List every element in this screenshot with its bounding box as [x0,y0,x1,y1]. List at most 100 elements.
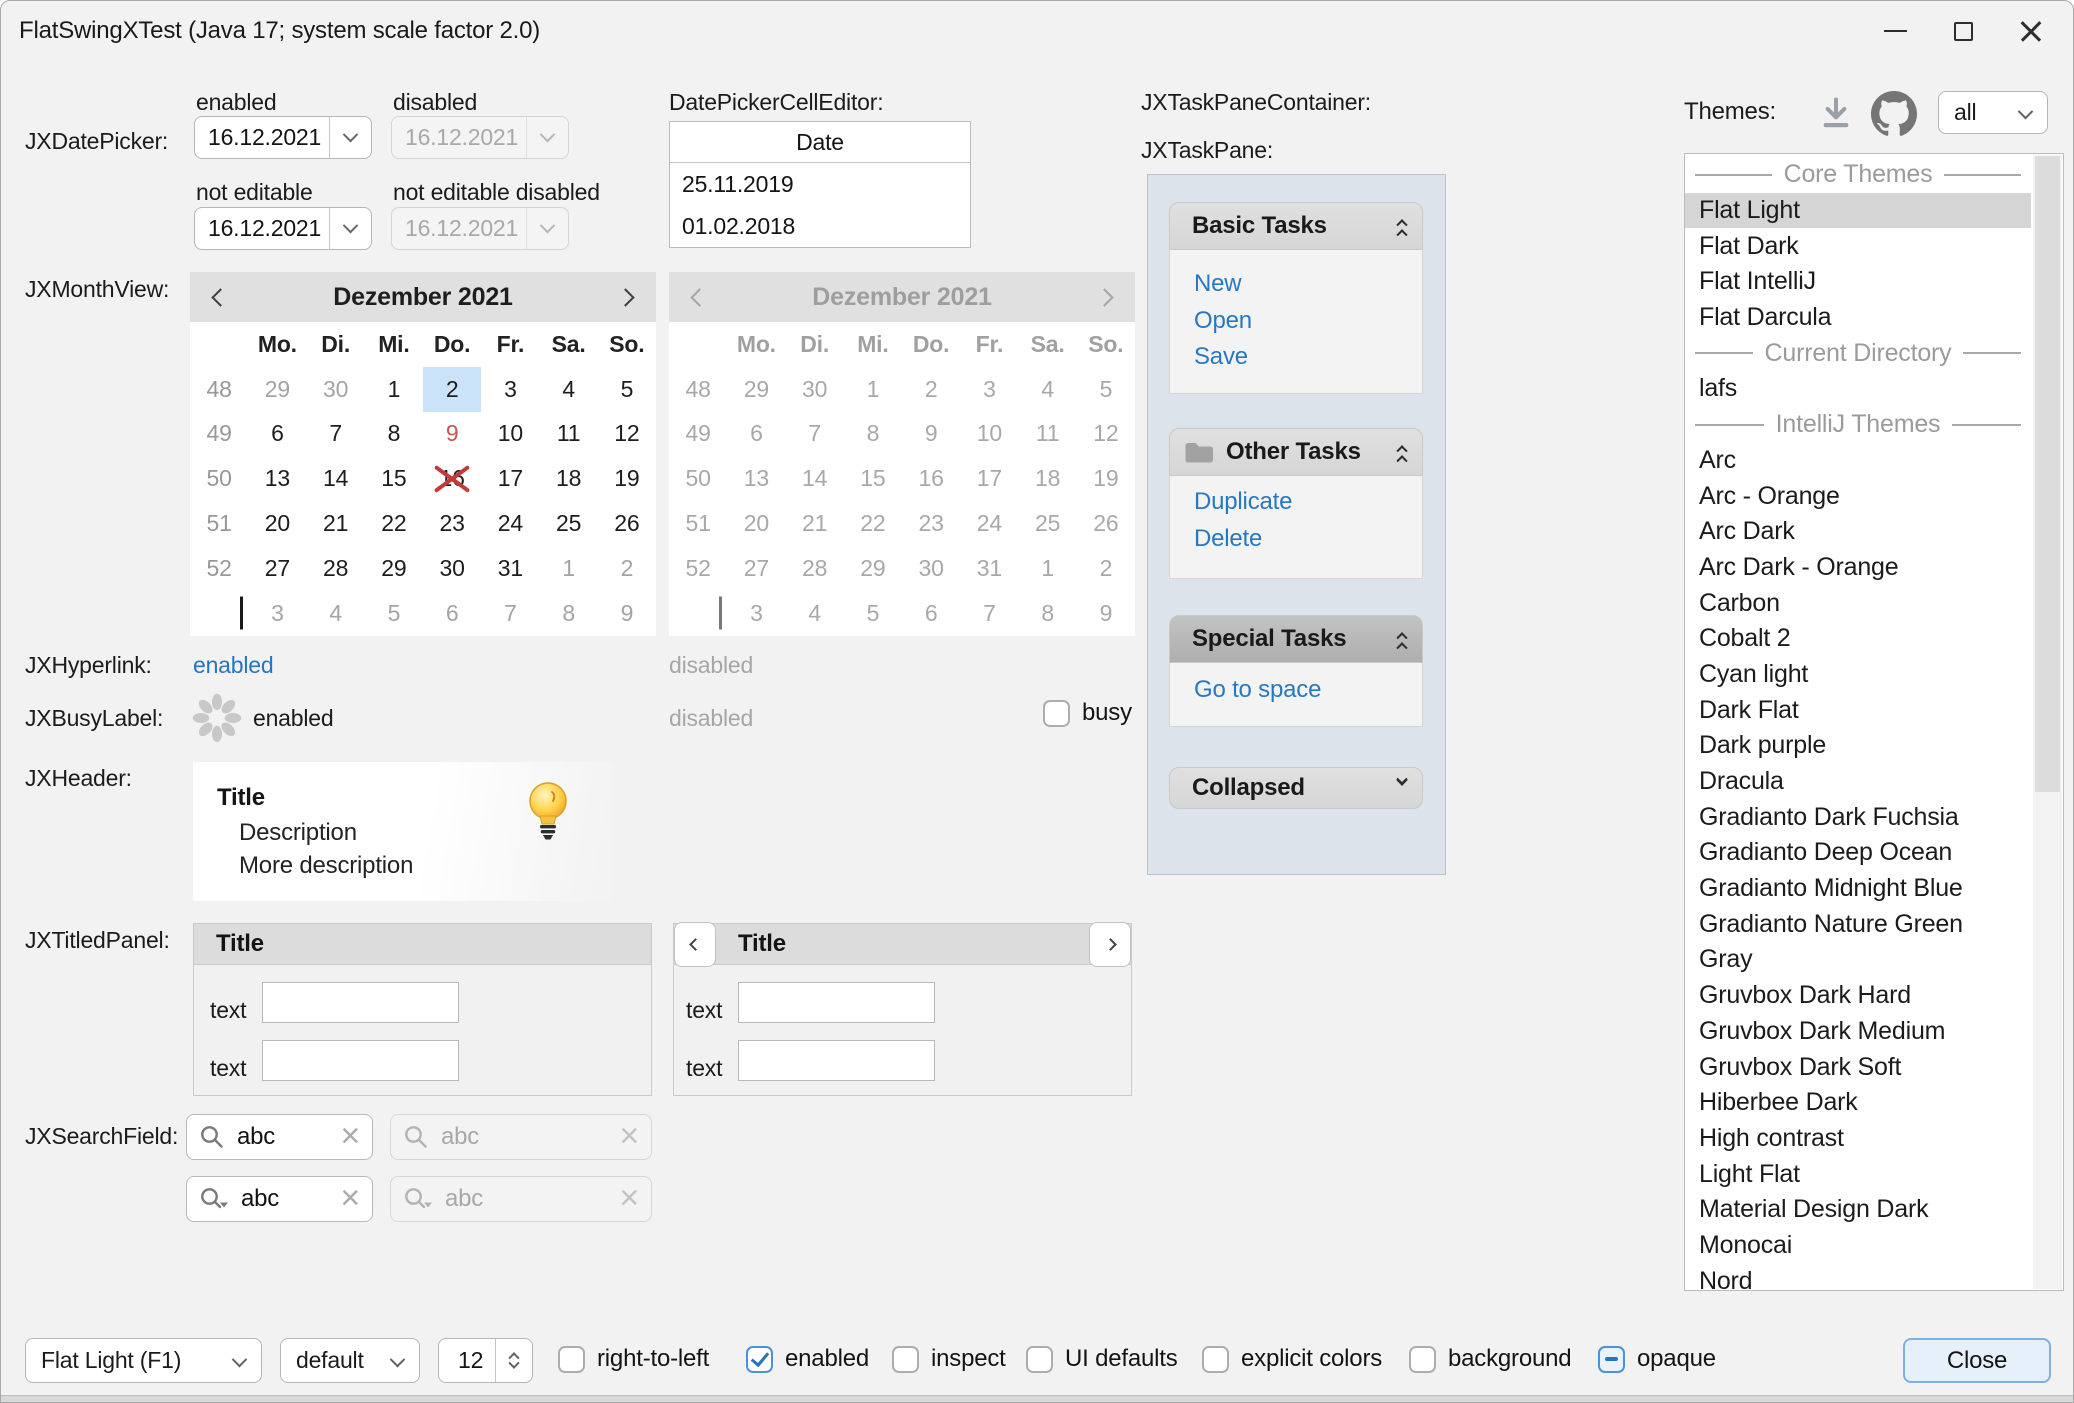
calendar-day[interactable]: 8 [365,412,423,457]
table-row[interactable]: 01.02.2018 [670,205,970,247]
text-input[interactable] [738,982,935,1023]
theme-list-item[interactable]: High contrast [1685,1121,2031,1157]
text-input[interactable] [262,982,459,1023]
calendar-day[interactable]: 26 [598,501,656,546]
download-icon[interactable] [1817,95,1855,133]
theme-list-item[interactable]: Gradianto Midnight Blue [1685,871,2031,907]
close-button[interactable]: Close [1903,1338,2051,1383]
calendar-day[interactable]: 12 [598,412,656,457]
calendar-day[interactable]: 30 [307,367,365,412]
laf-combo[interactable]: Flat Light (F1) [25,1338,262,1383]
background-checkbox[interactable] [1409,1346,1436,1373]
calendar-day[interactable]: 22 [365,501,423,546]
theme-list-item[interactable]: Nord [1685,1263,2031,1291]
scrollbar-thumb[interactable] [2035,156,2060,792]
scrollbar-track[interactable] [2033,155,2062,1289]
calendar-day[interactable]: 31 [481,546,539,591]
calendar-day[interactable]: 30 [423,546,481,591]
datepicker-enabled[interactable]: 16.12.2021 [194,116,372,159]
theme-list-item[interactable]: Flat Dark [1685,228,2031,264]
theme-list-item[interactable]: Gradianto Dark Fuchsia [1685,799,2031,835]
search-field[interactable]: abc × [186,1114,373,1160]
calendar-day[interactable]: 6 [423,591,481,636]
calendar-day[interactable]: 28 [307,546,365,591]
theme-list-item[interactable]: Material Design Dark [1685,1192,2031,1228]
clear-icon[interactable]: × [340,1185,360,1212]
themes-filter-combo[interactable]: all [1938,91,2048,134]
taskpane-basic-header[interactable]: Basic Tasks [1169,202,1423,250]
calendar-day[interactable]: 6 [248,412,306,457]
calendar-day[interactable]: 2 [423,367,481,412]
task-link-duplicate[interactable]: Duplicate [1170,484,1422,521]
theme-list-item[interactable]: Gruvbox Dark Soft [1685,1049,2031,1085]
calendar-day[interactable]: 1 [365,367,423,412]
calendar-day[interactable]: 5 [365,591,423,636]
text-input[interactable] [738,1040,935,1081]
calendar-day[interactable]: 29 [248,367,306,412]
theme-list-item[interactable]: Gradianto Nature Green [1685,906,2031,942]
theme-list-item[interactable]: Gruvbox Dark Medium [1685,1014,2031,1050]
task-link-new[interactable]: New [1170,266,1422,303]
calendar-day[interactable]: 2 [598,546,656,591]
calendar-day[interactable]: 18 [540,456,598,501]
table-row[interactable]: 25.11.2019 [670,163,970,205]
theme-list-item[interactable]: Flat IntelliJ [1685,264,2031,300]
calendar-day[interactable]: 19 [598,456,656,501]
busy-checkbox[interactable] [1043,700,1070,727]
calendar-day[interactable]: 4 [307,591,365,636]
calendar-day[interactable]: 16 [423,456,481,501]
theme-list-item[interactable]: Arc Dark [1685,514,2031,550]
opaque-checkbox[interactable] [1598,1346,1625,1373]
calendar-day[interactable]: 1 [540,546,598,591]
taskpane-special-header[interactable]: Special Tasks [1169,615,1423,663]
taskpane-collapsed-header[interactable]: Collapsed [1169,767,1423,809]
theme-list-item[interactable]: Carbon [1685,585,2031,621]
task-link-delete[interactable]: Delete [1170,521,1422,558]
close-window-button[interactable] [1997,1,2065,61]
calendar-day[interactable]: 13 [248,456,306,501]
theme-list-item[interactable]: lafs [1685,371,2031,407]
theme-list-item[interactable]: Arc Dark - Orange [1685,550,2031,586]
theme-list-item[interactable]: Dark purple [1685,728,2031,764]
calendar-day[interactable]: 27 [248,546,306,591]
calendar-day[interactable]: 7 [307,412,365,457]
theme-list-item[interactable]: Light Flat [1685,1156,2031,1192]
calendar-day[interactable]: 25 [540,501,598,546]
theme-list-item[interactable]: Cobalt 2 [1685,621,2031,657]
calendar-day[interactable]: 9 [423,412,481,457]
calendar-day[interactable]: 17 [481,456,539,501]
style-combo[interactable]: default [280,1338,420,1383]
github-icon[interactable] [1871,91,1917,137]
font-size-spinner[interactable]: 12 [438,1338,533,1383]
text-input[interactable] [262,1040,459,1081]
calendar-day[interactable]: 3 [481,367,539,412]
calendar-day[interactable]: 15 [365,456,423,501]
inspect-checkbox[interactable] [892,1346,919,1373]
task-link-open[interactable]: Open [1170,303,1422,340]
theme-list-item[interactable]: Gruvbox Dark Hard [1685,978,2031,1014]
theme-list-item[interactable]: Monocai [1685,1228,2031,1264]
next-month-button[interactable] [616,288,634,306]
datepicker-dropdown-button[interactable] [329,208,371,249]
taskpane-other-header[interactable]: Other Tasks [1169,428,1423,476]
theme-list-item[interactable]: Arc - Orange [1685,478,2031,514]
enabled-checkbox[interactable] [746,1346,773,1373]
theme-list-item[interactable]: Flat Darcula [1685,300,2031,336]
theme-list-item[interactable]: Arc [1685,443,2031,479]
theme-list-item[interactable]: Hiberbee Dark [1685,1085,2031,1121]
calendar-day[interactable]: 14 [307,456,365,501]
panel-next-button[interactable] [1089,922,1131,967]
theme-list-item[interactable]: Gradianto Deep Ocean [1685,835,2031,871]
calendar-day[interactable]: 7 [481,591,539,636]
ui-defaults-checkbox[interactable] [1026,1346,1053,1373]
right-to-left-checkbox[interactable] [558,1346,585,1373]
calendar-day[interactable]: 24 [481,501,539,546]
calendar-day[interactable]: 23 [423,501,481,546]
datepicker-not-editable[interactable]: 16.12.2021 [194,207,372,250]
datepicker-dropdown-button[interactable] [329,117,371,158]
task-link-save[interactable]: Save [1170,339,1422,376]
calendar-day[interactable]: 10 [481,412,539,457]
calendar-day[interactable]: 5 [598,367,656,412]
panel-prev-button[interactable] [674,922,716,967]
theme-list-item[interactable]: Cyan light [1685,657,2031,693]
